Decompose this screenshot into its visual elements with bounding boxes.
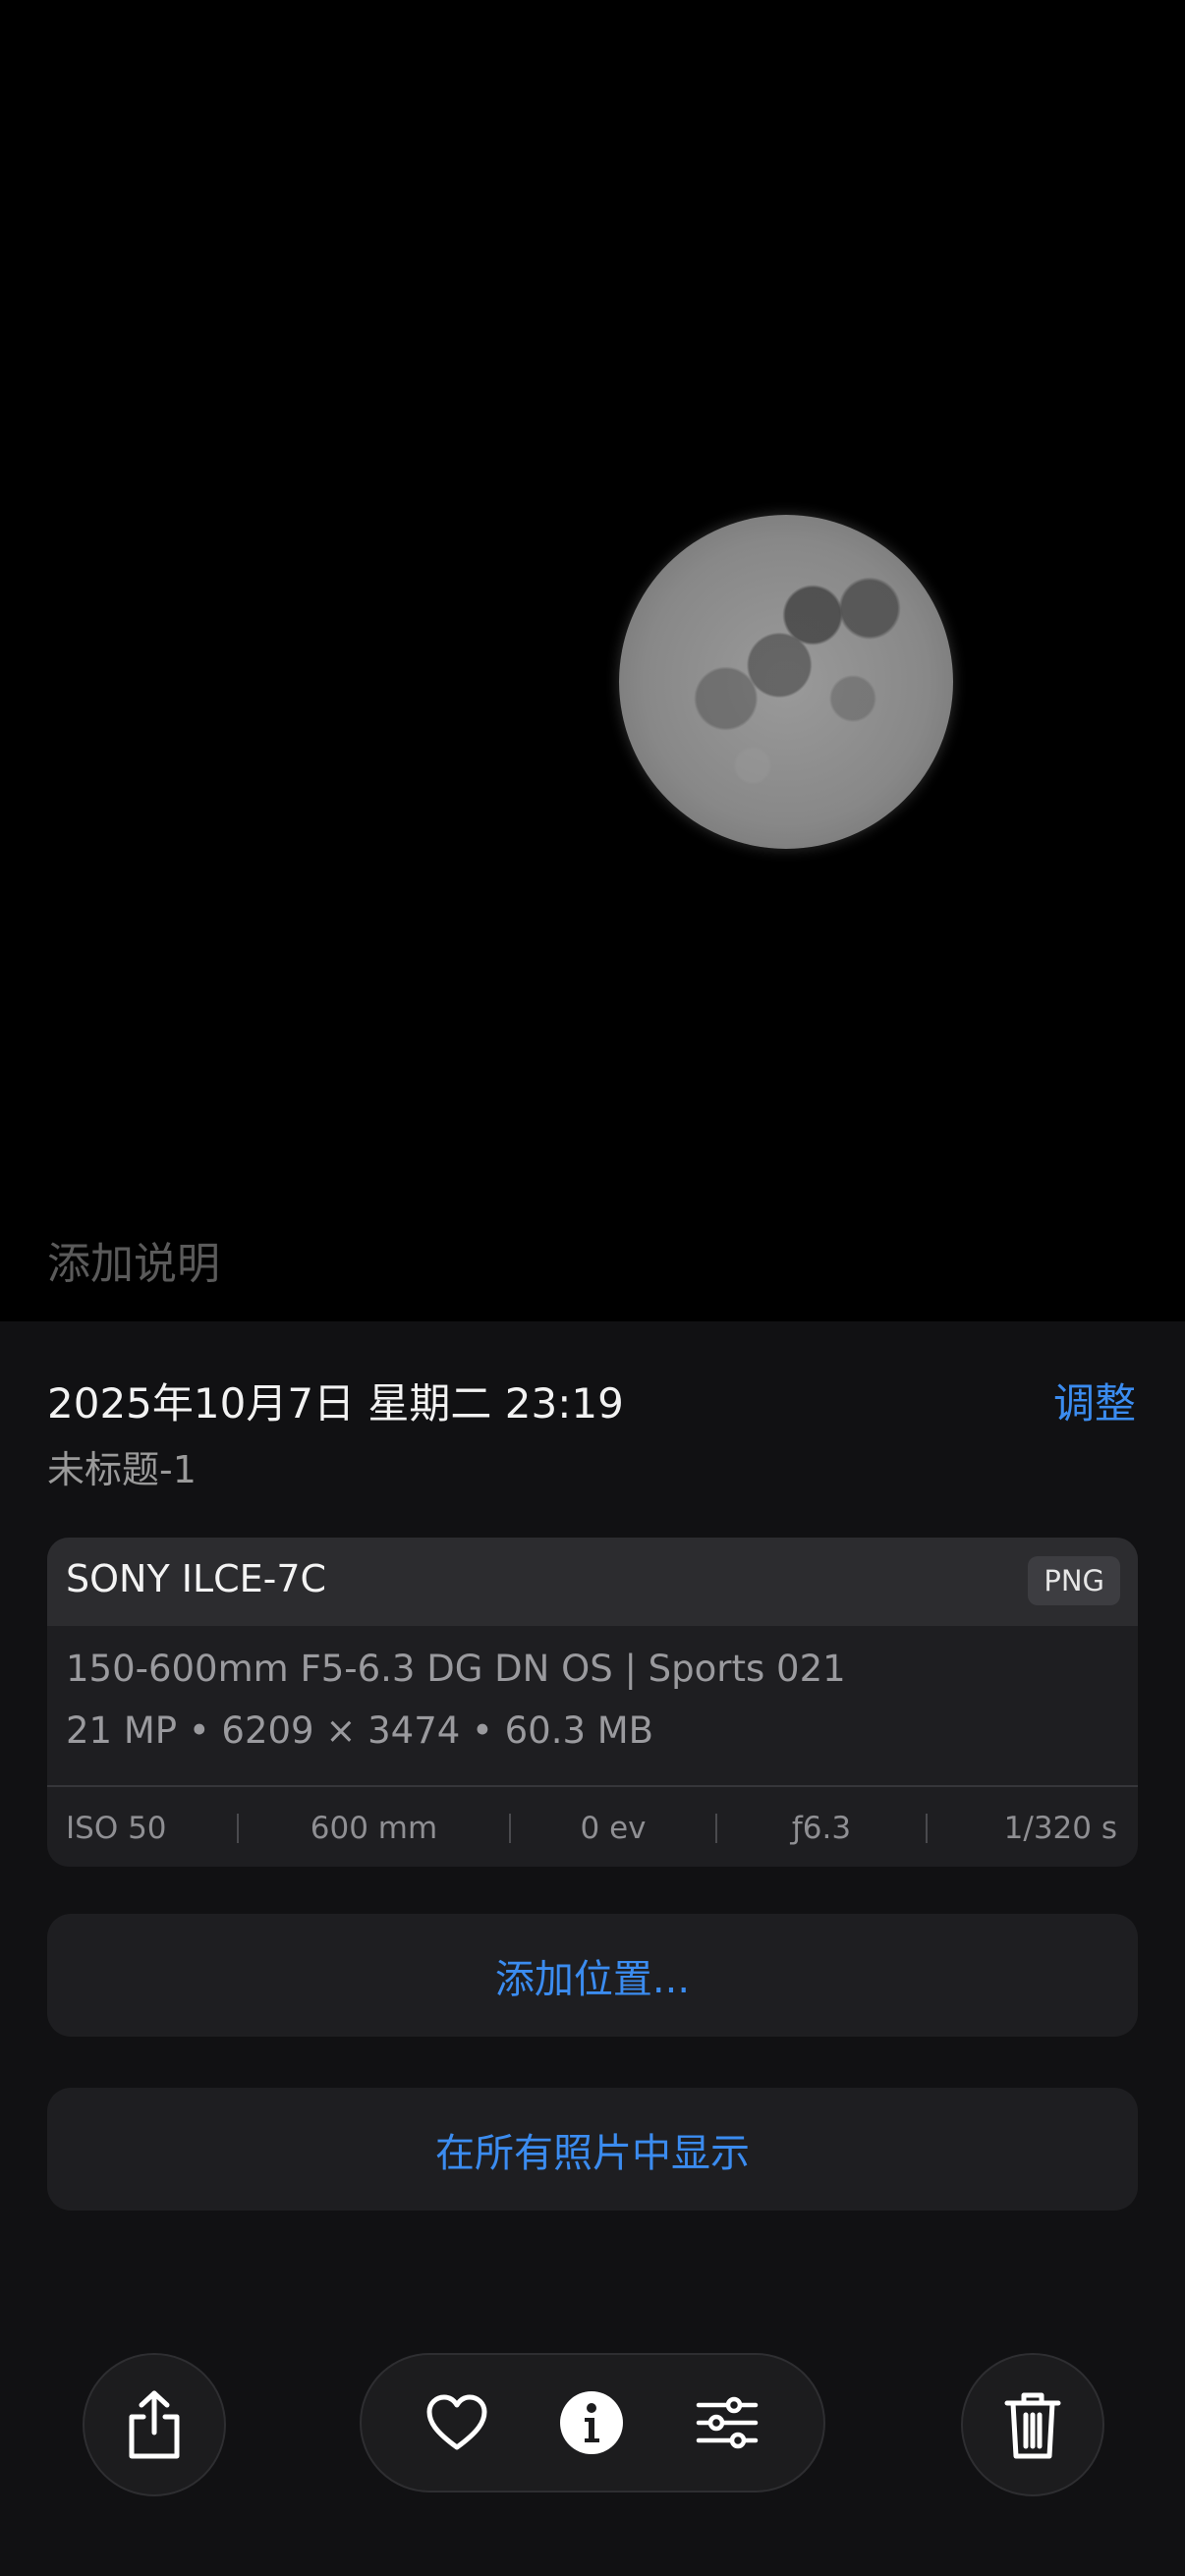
exif-row: ISO 50 600 mm 0 ev ƒ6.3 1/320 s (47, 1785, 1138, 1867)
add-location-button[interactable]: 添加位置... (47, 1914, 1138, 2037)
photo-filename: 未标题-1 (47, 1448, 197, 1491)
photo-datetime: 2025年10月7日 星期二 23:19 (47, 1379, 624, 1428)
camera-card-header: SONY ILCE-7C PNG (47, 1538, 1138, 1626)
exif-exposure-bias: 0 ev (580, 1810, 647, 1846)
delete-button[interactable] (961, 2353, 1104, 2496)
caption-field[interactable]: 添加说明 (47, 1228, 220, 1291)
exif-aperture: ƒ6.3 (791, 1810, 852, 1846)
image-specs: 21 MP • 6209 × 3474 • 60.3 MB (66, 1709, 654, 1752)
adjust-datetime-button[interactable]: 调整 (1053, 1371, 1136, 1430)
share-icon (124, 2389, 185, 2460)
exif-shutter-speed: 1/320 s (1003, 1810, 1117, 1846)
moon-photo (619, 515, 953, 849)
info-icon (558, 2389, 625, 2456)
info-button[interactable] (558, 2389, 625, 2456)
lens-info: 150-600mm F5-6.3 DG DN OS | Sports 021 (66, 1648, 846, 1690)
camera-model: SONY ILCE-7C (66, 1557, 327, 1600)
photo-viewer[interactable]: 添加说明 (0, 0, 1185, 1321)
camera-info-card: SONY ILCE-7C PNG 150-600mm F5-6.3 DG DN … (47, 1538, 1138, 1867)
share-button[interactable] (83, 2353, 226, 2496)
heart-icon (425, 2394, 488, 2451)
exif-focal-length: 600 mm (310, 1810, 438, 1846)
sliders-icon (695, 2395, 760, 2450)
trash-icon (1003, 2389, 1062, 2460)
format-badge: PNG (1028, 1556, 1120, 1605)
exif-iso: ISO 50 (66, 1810, 167, 1846)
photo-actions-group (360, 2353, 825, 2492)
show-in-all-photos-button[interactable]: 在所有照片中显示 (47, 2088, 1138, 2211)
edit-button[interactable] (695, 2395, 760, 2450)
favorite-button[interactable] (425, 2394, 488, 2451)
